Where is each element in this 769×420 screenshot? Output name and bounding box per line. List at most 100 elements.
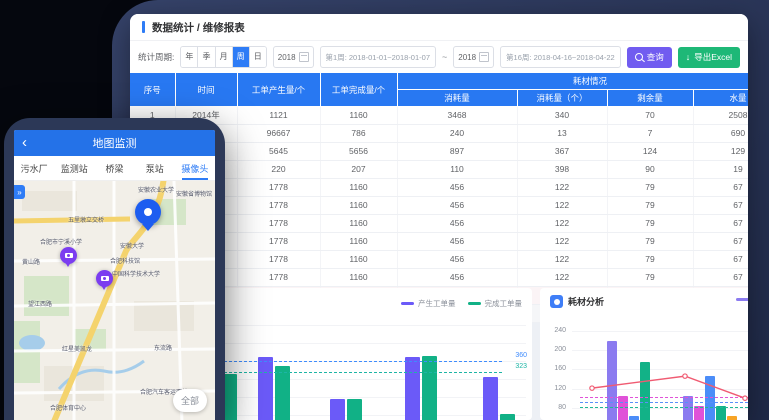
phone-tab-监测站[interactable]: 监测站 [54, 156, 94, 180]
table-cell: 19 [693, 161, 748, 179]
week-end-field[interactable]: 第16周: 2018-04-16~2018-04-22 [500, 46, 621, 68]
phone-tab-桥梁[interactable]: 桥梁 [94, 156, 134, 180]
period-label: 统计周期: [138, 51, 174, 63]
table-cell: 456 [397, 179, 517, 197]
period-option-年[interactable]: 年 [181, 47, 198, 67]
week-start-field[interactable]: 第1周: 2018-01-01~2018-01-07 [320, 46, 436, 68]
bar-产生工单量 [330, 399, 345, 420]
table-cell: 5645 [237, 143, 320, 161]
accent-bar-icon [142, 21, 145, 33]
table-cell: 1778 [237, 251, 320, 269]
map-pin-selected[interactable] [135, 199, 161, 225]
search-icon [635, 53, 643, 61]
consumable-bar-line-chart: 2402001601208040 [540, 288, 748, 420]
phone-tab-bar: 污水厂监测站桥梁泵站摄像头 [14, 156, 215, 181]
trend-line [540, 288, 748, 420]
year-start-select[interactable]: 2018 [273, 46, 314, 68]
camera-marker[interactable] [60, 247, 77, 264]
table-cell: 90 [607, 161, 693, 179]
reference-label: 360 [515, 352, 527, 359]
table-cell: 122 [517, 197, 607, 215]
table-cell: 1778 [237, 215, 320, 233]
export-button-label: 导出Excel [694, 51, 732, 63]
map-label: 红星美凯龙 [62, 344, 92, 353]
table-cell: 456 [397, 269, 517, 287]
camera-icon [101, 276, 109, 281]
table-cell: 897 [397, 143, 517, 161]
table-cell: 67 [693, 269, 748, 287]
table-cell: 456 [397, 197, 517, 215]
table-cell: 124 [607, 143, 693, 161]
calendar-icon [479, 52, 489, 62]
map-label: 安徽农业大学 [138, 185, 174, 194]
all-filter-button[interactable]: 全部 [173, 389, 207, 412]
table-cell: 367 [517, 143, 607, 161]
period-option-季[interactable]: 季 [198, 47, 215, 67]
map-label: 黄山路 [22, 257, 40, 266]
back-icon[interactable]: ‹ [22, 132, 27, 154]
map-view[interactable]: 安徽省博物馆安徽农业大学五里墩立交桥合肥市宁溪小学安徽大学合肥科技馆中国科学技术… [14, 181, 215, 420]
export-excel-button[interactable]: ↓ 导出Excel [678, 47, 740, 68]
table-row: 12014年112111603468340702508 [130, 107, 748, 125]
bar-完成工单量 [275, 366, 290, 420]
table-cell: 340 [517, 107, 607, 125]
map-label: 合肥科技馆 [110, 256, 140, 265]
column-header: 时间 [175, 73, 237, 107]
period-option-日[interactable]: 日 [250, 47, 266, 67]
table-cell: 5656 [320, 143, 397, 161]
period-option-月[interactable]: 月 [216, 47, 233, 67]
column-header: 序号 [130, 73, 175, 107]
table-cell: 122 [517, 233, 607, 251]
query-button[interactable]: 查询 [627, 47, 672, 68]
phone-tab-泵站[interactable]: 泵站 [135, 156, 175, 180]
table-cell: 7 [607, 125, 693, 143]
table-cell: 67 [693, 179, 748, 197]
table-cell: 67 [693, 233, 748, 251]
bar-产生工单量 [483, 377, 498, 420]
period-option-周[interactable]: 周 [233, 47, 250, 67]
year-end-select[interactable]: 2018 [453, 46, 494, 68]
bar-完成工单量 [347, 399, 362, 420]
table-cell: 2508 [693, 107, 748, 125]
phone-screen: ‹ 地图监测 污水厂监测站桥梁泵站摄像头 [14, 130, 215, 420]
year-start-value: 2018 [278, 53, 296, 62]
table-cell: 1778 [237, 197, 320, 215]
table-cell: 79 [607, 233, 693, 251]
table-cell: 398 [517, 161, 607, 179]
panel-expander-icon[interactable]: » [14, 185, 25, 199]
table-cell: 79 [607, 251, 693, 269]
table-cell: 456 [397, 251, 517, 269]
table-cell: 13 [517, 125, 607, 143]
sub-column-header: 消耗量 [397, 90, 517, 107]
breadcrumb-bar: 数据统计 / 维修报表 [130, 14, 748, 41]
table-cell: 110 [397, 161, 517, 179]
camera-marker[interactable] [96, 270, 113, 287]
table-cell: 1778 [237, 233, 320, 251]
phone-tab-污水厂[interactable]: 污水厂 [14, 156, 54, 180]
phone-header: ‹ 地图监测 [14, 130, 215, 156]
table-cell: 67 [693, 215, 748, 233]
table-cell: 122 [517, 215, 607, 233]
table-cell: 1160 [320, 107, 397, 125]
bar-完成工单量 [422, 356, 437, 420]
download-icon: ↓ [686, 53, 691, 62]
column-header: 耗材情况 [397, 73, 748, 90]
table-cell: 1778 [237, 179, 320, 197]
period-segmented-control: 年季月周日 [180, 46, 266, 68]
map-label: 安徽省博物馆 [176, 189, 212, 198]
table-cell: 786 [320, 125, 397, 143]
table-cell: 129 [693, 143, 748, 161]
table-cell: 240 [397, 125, 517, 143]
map-label: 东流路 [154, 343, 172, 352]
column-header: 工单产生量/个 [237, 73, 320, 107]
map-label: 合肥市宁溪小学 [40, 237, 82, 246]
phone-mockup: ‹ 地图监测 污水厂监测站桥梁泵站摄像头 [4, 118, 225, 420]
map-label: 望江西路 [28, 299, 52, 308]
reference-label: 323 [515, 363, 527, 370]
phone-tab-摄像头[interactable]: 摄像头 [175, 156, 215, 180]
table-cell: 1121 [237, 107, 320, 125]
bar-产生工单量 [258, 357, 273, 420]
table-cell: 1160 [320, 215, 397, 233]
table-cell: 79 [607, 215, 693, 233]
table-cell: 456 [397, 215, 517, 233]
